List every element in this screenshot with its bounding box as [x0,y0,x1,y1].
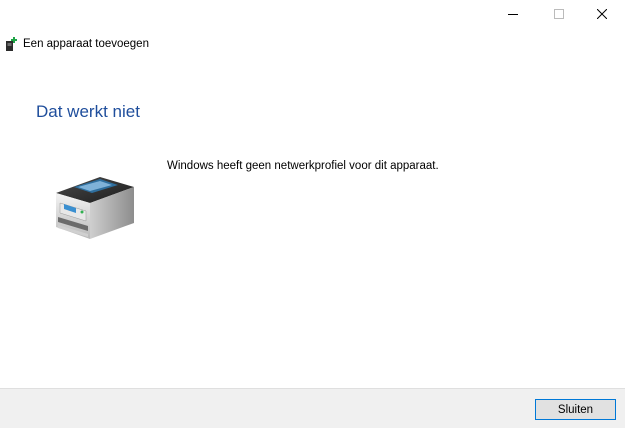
close-window-button[interactable] [579,0,625,28]
maximize-button[interactable] [536,0,582,28]
close-button[interactable]: Sluiten [535,399,616,420]
app-title: Een apparaat toevoegen [23,38,149,50]
maximize-icon [554,9,564,19]
add-device-icon [6,37,17,51]
error-message: Windows heeft geen netwerkprofiel voor d… [167,160,439,172]
close-icon [597,9,607,19]
minimize-button[interactable] [490,0,536,28]
title-bar [0,0,625,28]
footer-bar: Sluiten [0,388,625,428]
page-title: Dat werkt niet [36,102,140,121]
minimize-icon [508,14,518,15]
app-header: Een apparaat toevoegen [5,35,149,53]
printer-icon [56,177,134,239]
